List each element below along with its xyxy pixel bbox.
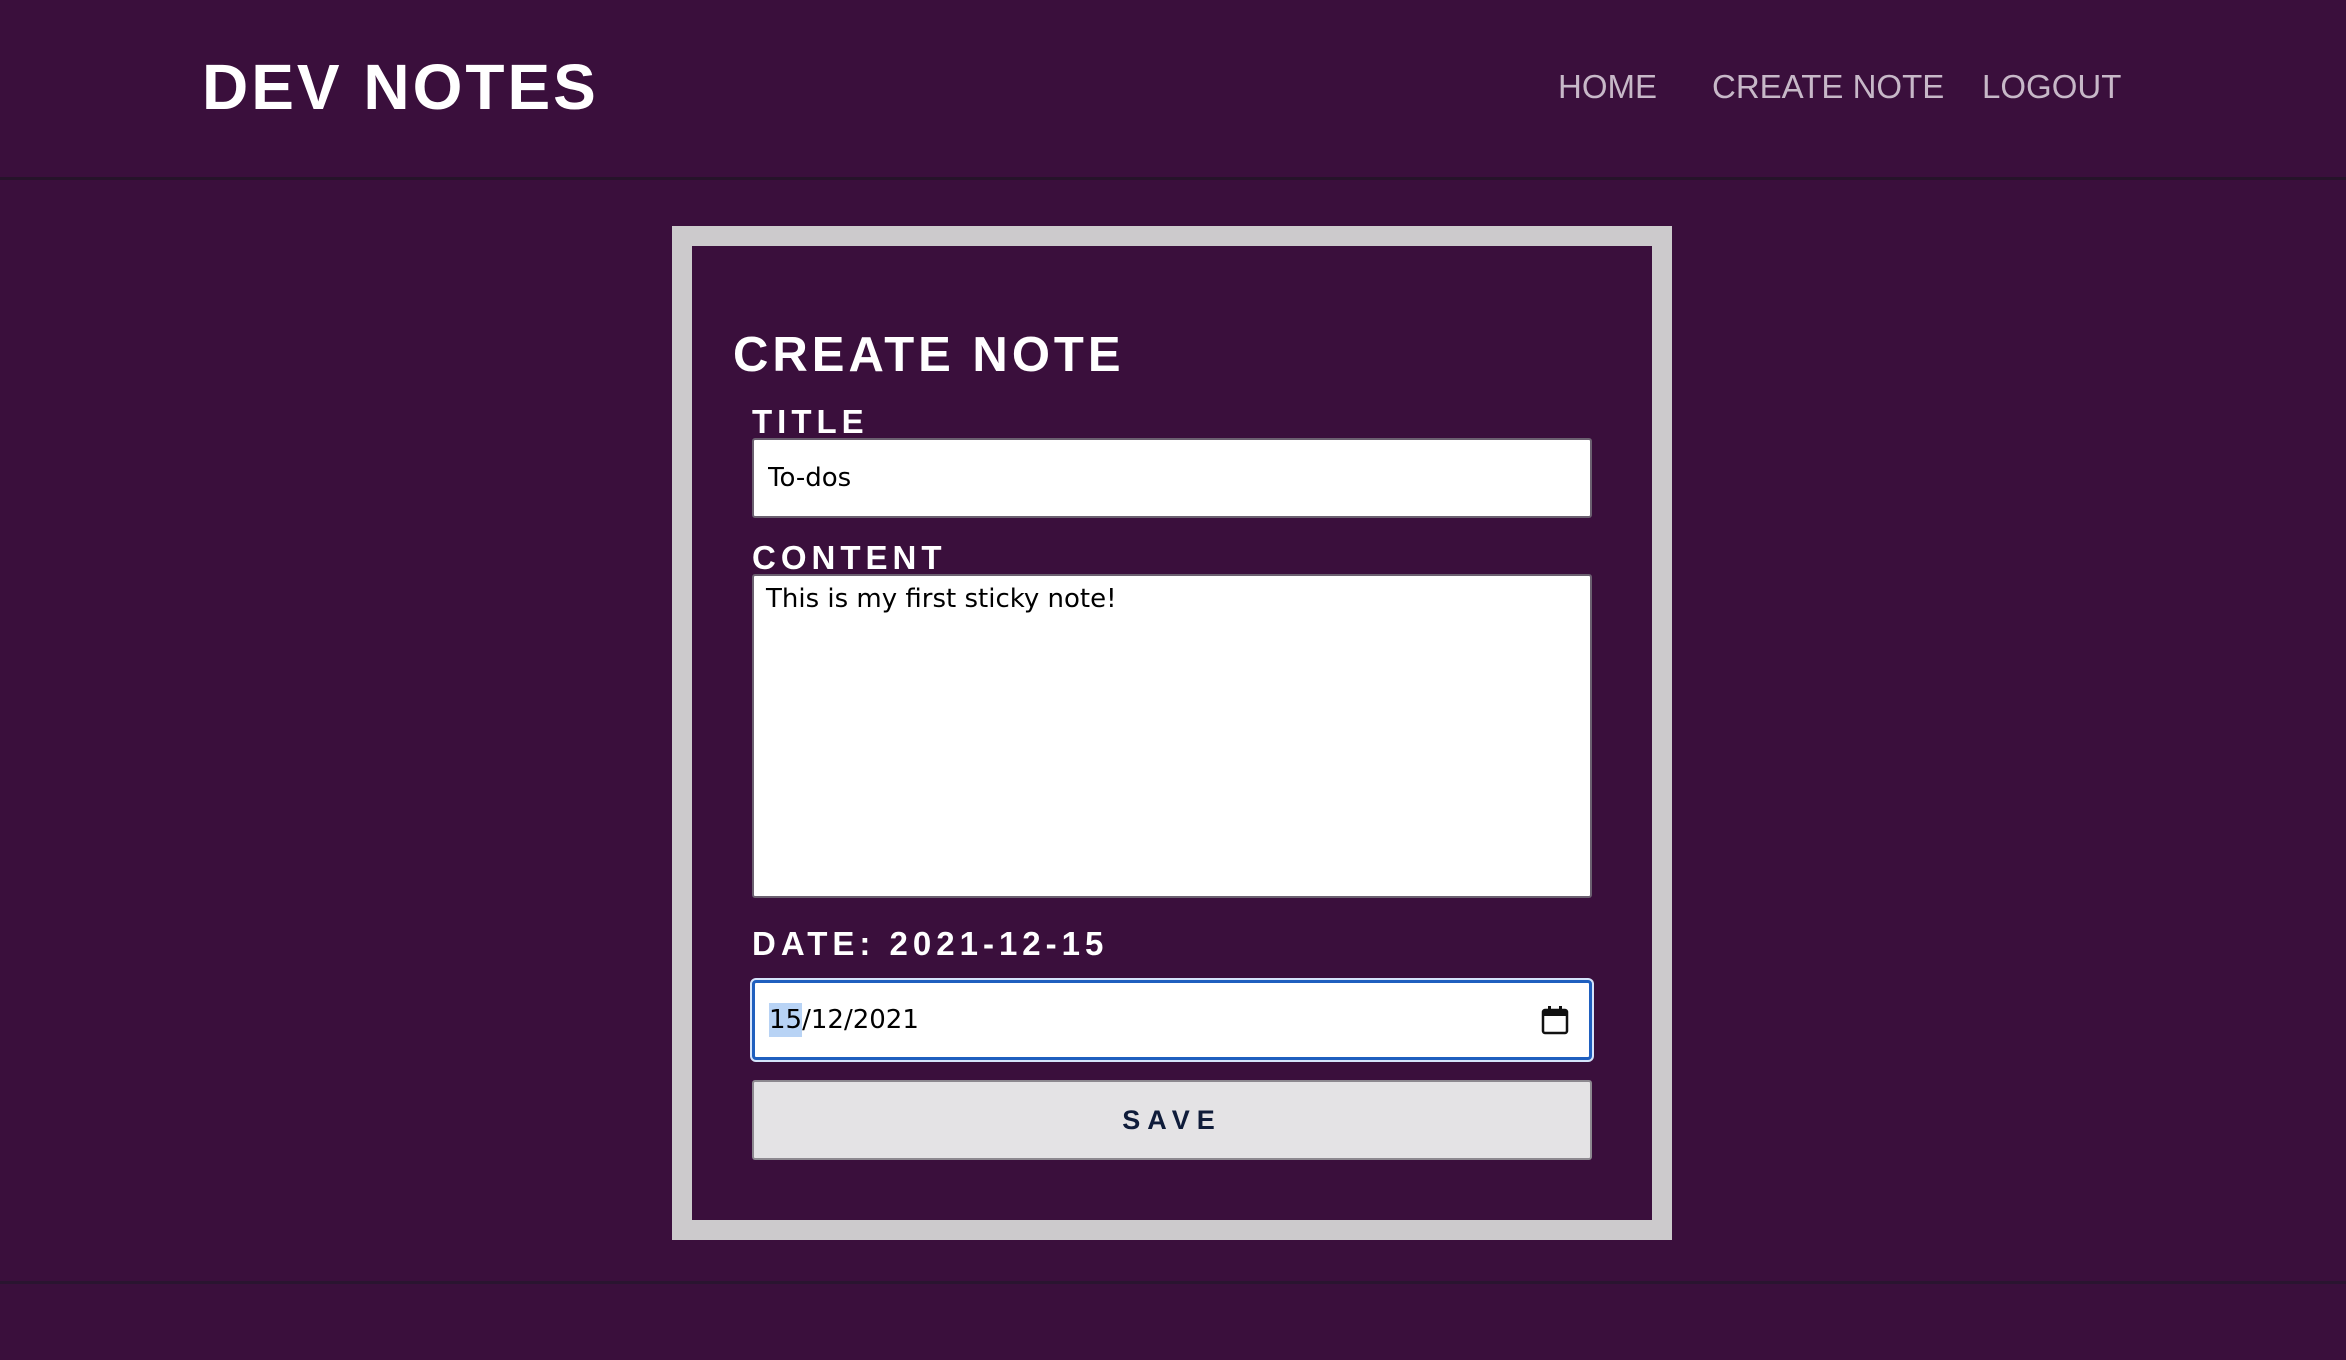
- nav-create-note-link[interactable]: CREATE NOTE: [1712, 64, 1944, 110]
- date-day-segment[interactable]: 15: [769, 1003, 803, 1037]
- calendar-icon[interactable]: [1541, 1005, 1569, 1035]
- brand-title[interactable]: DEV NOTES: [202, 46, 599, 128]
- nav-logout-link[interactable]: LOGOUT: [1982, 64, 2121, 110]
- navbar: DEV NOTES HOME CREATE NOTE LOGOUT: [0, 0, 2346, 180]
- form-heading: CREATE NOTE: [733, 328, 1125, 382]
- title-input[interactable]: [752, 438, 1592, 518]
- content-textarea[interactable]: This is my first sticky note!: [752, 574, 1592, 898]
- date-label: DATE: 2021-12-15: [752, 925, 1109, 962]
- date-input[interactable]: 15/12/2021: [752, 980, 1592, 1060]
- content-label: CONTENT: [752, 539, 947, 576]
- nav-home-link[interactable]: HOME: [1558, 64, 1657, 110]
- footer-divider: [0, 1281, 2346, 1284]
- date-rest-segment[interactable]: /12/2021: [802, 1005, 919, 1035]
- save-button[interactable]: SAVE: [752, 1080, 1592, 1160]
- title-label: TITLE: [752, 403, 869, 440]
